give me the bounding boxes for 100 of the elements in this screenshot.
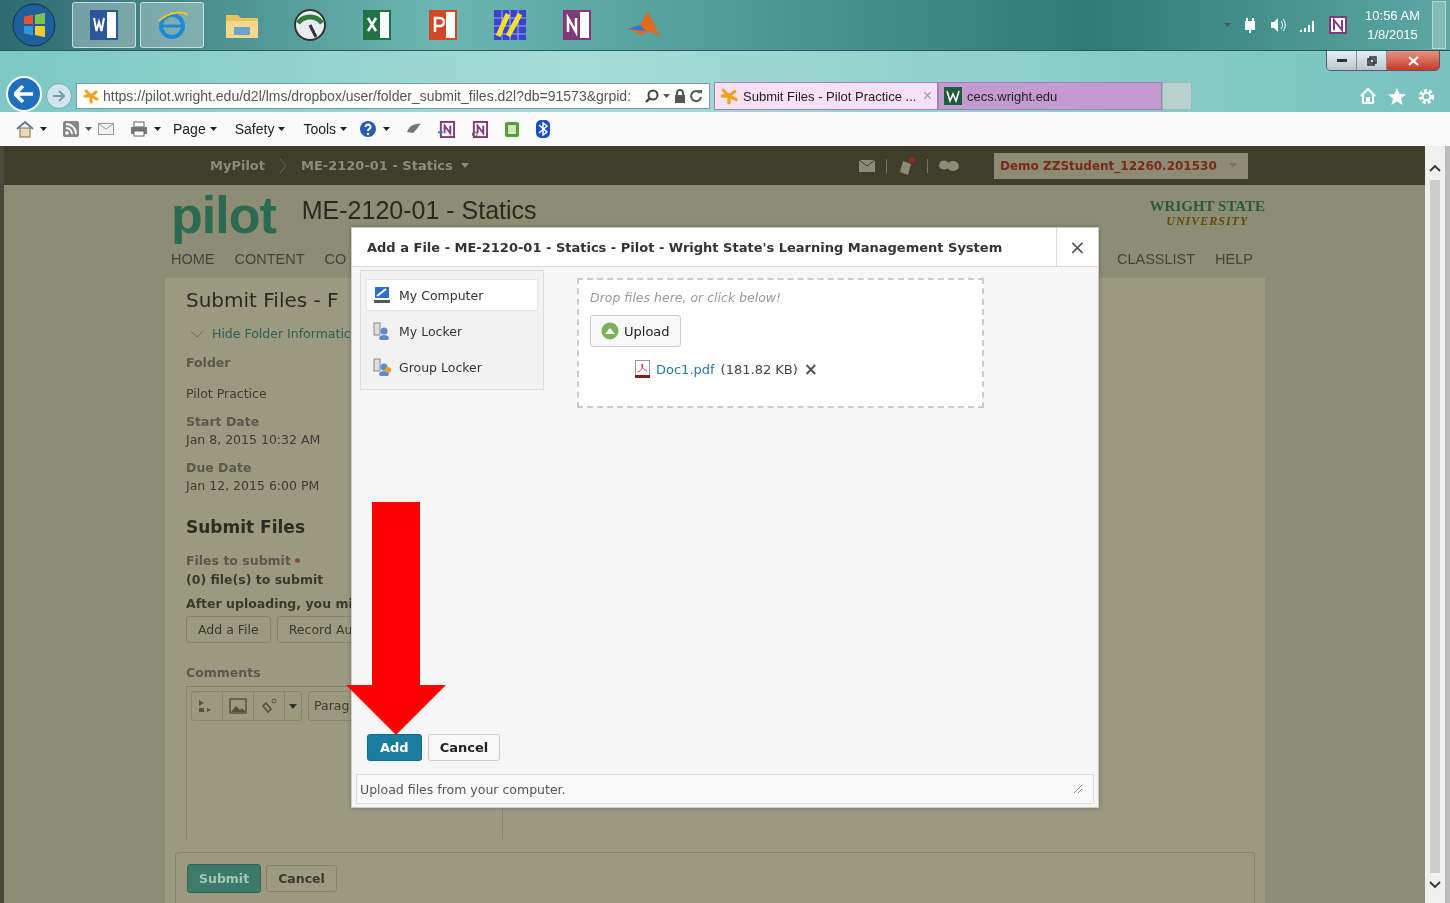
site-star-icon xyxy=(83,88,99,104)
remove-file-button[interactable]: × xyxy=(803,359,819,379)
file-action-button[interactable]: Add a File xyxy=(186,616,271,643)
scroll-down-icon[interactable] xyxy=(1429,881,1441,889)
field-label: Due Date xyxy=(186,460,253,475)
scrollbar[interactable] xyxy=(1425,146,1445,903)
document-app-icon[interactable] xyxy=(72,2,136,48)
feed-icon[interactable] xyxy=(63,121,79,137)
hide-info-link[interactable]: Hide Folder Informatic xyxy=(190,326,351,341)
back-arrow-icon xyxy=(14,85,34,103)
field-value: Jan 12, 2015 6:00 PM xyxy=(186,478,320,493)
caret-icon xyxy=(278,127,286,131)
notebook-tray-icon[interactable] xyxy=(1329,16,1348,34)
restore-button[interactable] xyxy=(1357,51,1387,70)
caret-icon xyxy=(40,127,47,131)
address-bar[interactable]: https://pilot.wright.edu/d2l/lms/dropbox/user/folder_submit_files.d2l?db=91573&grpid: xyxy=(76,83,710,109)
lock-icon[interactable] xyxy=(674,89,686,103)
tab-title: cecs.wright.edu xyxy=(967,88,1059,104)
browser-tab[interactable]: cecs.wright.edu xyxy=(938,82,1162,110)
spreadsheet-app-icon[interactable] xyxy=(360,9,394,41)
course-selector[interactable]: ME-2120-01 - Statics xyxy=(301,158,469,173)
caret-icon xyxy=(1224,23,1232,27)
search-icon[interactable] xyxy=(645,89,659,103)
letter-tile-icon xyxy=(944,87,962,105)
upload-icon xyxy=(601,322,619,340)
menu-button[interactable]: Tools xyxy=(297,121,354,137)
cancel-button[interactable]: Cancel xyxy=(427,734,501,761)
field-value: Jan 8, 2015 10:32 AM xyxy=(186,432,321,447)
power-plug-icon[interactable] xyxy=(1243,17,1258,33)
locker-icon xyxy=(373,322,391,340)
upload-button[interactable]: Upload xyxy=(590,315,681,347)
nav-link[interactable]: HOME xyxy=(171,251,215,267)
caret-icon xyxy=(289,703,297,709)
star-icon[interactable] xyxy=(1387,86,1407,106)
menu-button[interactable]: Page xyxy=(167,121,223,137)
printer-icon[interactable] xyxy=(130,121,148,137)
tab-close-button[interactable]: × xyxy=(922,87,932,105)
source-item[interactable]: Group Locker xyxy=(366,351,538,383)
cancel-button[interactable]: Cancel xyxy=(266,864,337,892)
field-label: Files to submit xyxy=(186,553,291,568)
bluetooth-icon[interactable] xyxy=(536,120,551,138)
site-star-icon xyxy=(720,87,738,105)
dialog-title: Add a File - ME-2120-01 - Statics - Pilot - Wright State's Learning Management System xyxy=(366,239,1004,255)
add-button[interactable]: Add xyxy=(367,734,422,761)
notebook-link-icon[interactable] xyxy=(471,120,489,138)
restore-icon xyxy=(1366,55,1377,66)
source-item[interactable]: My Computer xyxy=(366,279,538,311)
caret-icon xyxy=(383,127,391,131)
help-icon[interactable] xyxy=(359,120,378,138)
speaker-icon[interactable] xyxy=(1269,17,1288,33)
mail-icon[interactable] xyxy=(98,123,114,135)
nav-link[interactable]: CLASSLIST xyxy=(1116,251,1196,267)
source-item[interactable]: My Locker xyxy=(366,315,538,347)
tab-title: Submit Files - Pilot Practice ... xyxy=(743,88,918,104)
caret-icon xyxy=(663,94,670,98)
files-count: (0) file(s) to submit xyxy=(186,572,324,587)
clock[interactable]: 10:56 AM 1/8/2015 xyxy=(1365,6,1420,44)
note-clip-icon[interactable] xyxy=(504,120,521,138)
nav-link[interactable]: HELP xyxy=(1215,251,1253,267)
chat-bubbles-icon[interactable] xyxy=(938,158,960,173)
drop-hint: Drop files here, or click below! xyxy=(590,290,782,305)
university-logo[interactable]: WRIGHT STATE UNIVERSITY xyxy=(1149,199,1265,229)
pdf-file-icon xyxy=(635,360,650,378)
mail-icon[interactable] xyxy=(858,158,876,173)
user-menu[interactable]: Demo ZZStudent_12260.201530 xyxy=(994,152,1248,179)
browser-tab[interactable]: Submit Files - Pilot Practice ... × xyxy=(714,82,938,110)
field-label: Folder xyxy=(186,355,232,370)
file-size: (181.82 KB) xyxy=(720,361,798,377)
course-title: ME-2120-01 - Statics xyxy=(301,196,537,225)
notebook-send-icon[interactable] xyxy=(438,120,456,138)
required-icon xyxy=(294,558,300,563)
submit-button[interactable]: Submit xyxy=(187,863,262,893)
field-label: Comments xyxy=(186,665,261,680)
caret-icon xyxy=(340,127,348,131)
globe-icon[interactable] xyxy=(292,7,328,43)
grid-app-icon[interactable] xyxy=(492,8,528,42)
refresh-icon[interactable] xyxy=(690,89,703,103)
nav-link[interactable]: CO xyxy=(324,251,347,267)
computer-icon xyxy=(373,286,391,304)
minimize-button[interactable] xyxy=(1327,51,1357,70)
chevron-down-icon xyxy=(190,329,204,338)
presentation-app-icon[interactable] xyxy=(426,9,460,41)
drop-zone[interactable]: Drop files here, or click below! Upload Doc1.pdf (181.82 KB) × xyxy=(577,278,984,408)
breadcrumb-link[interactable]: MyPilot xyxy=(210,158,265,173)
section-heading: Submit Files xyxy=(186,517,306,537)
minimize-icon xyxy=(1336,58,1347,63)
group-locker-icon xyxy=(373,358,391,376)
close-window-button[interactable] xyxy=(1387,51,1439,70)
forward-button[interactable] xyxy=(46,83,72,109)
notebook-app-icon[interactable] xyxy=(560,9,594,41)
home-icon[interactable] xyxy=(16,120,34,138)
back-button[interactable] xyxy=(6,76,42,112)
caret-icon xyxy=(209,127,217,131)
page-title: Submit Files - F xyxy=(186,288,339,312)
resize-grip-icon[interactable] xyxy=(1073,784,1083,794)
scroll-up-icon[interactable] xyxy=(1429,164,1441,172)
menu-button[interactable]: Safety xyxy=(228,121,292,137)
file-link[interactable]: Doc1.pdf xyxy=(656,361,715,377)
nav-link[interactable]: CONTENT xyxy=(234,251,305,267)
start-button[interactable] xyxy=(12,3,56,47)
